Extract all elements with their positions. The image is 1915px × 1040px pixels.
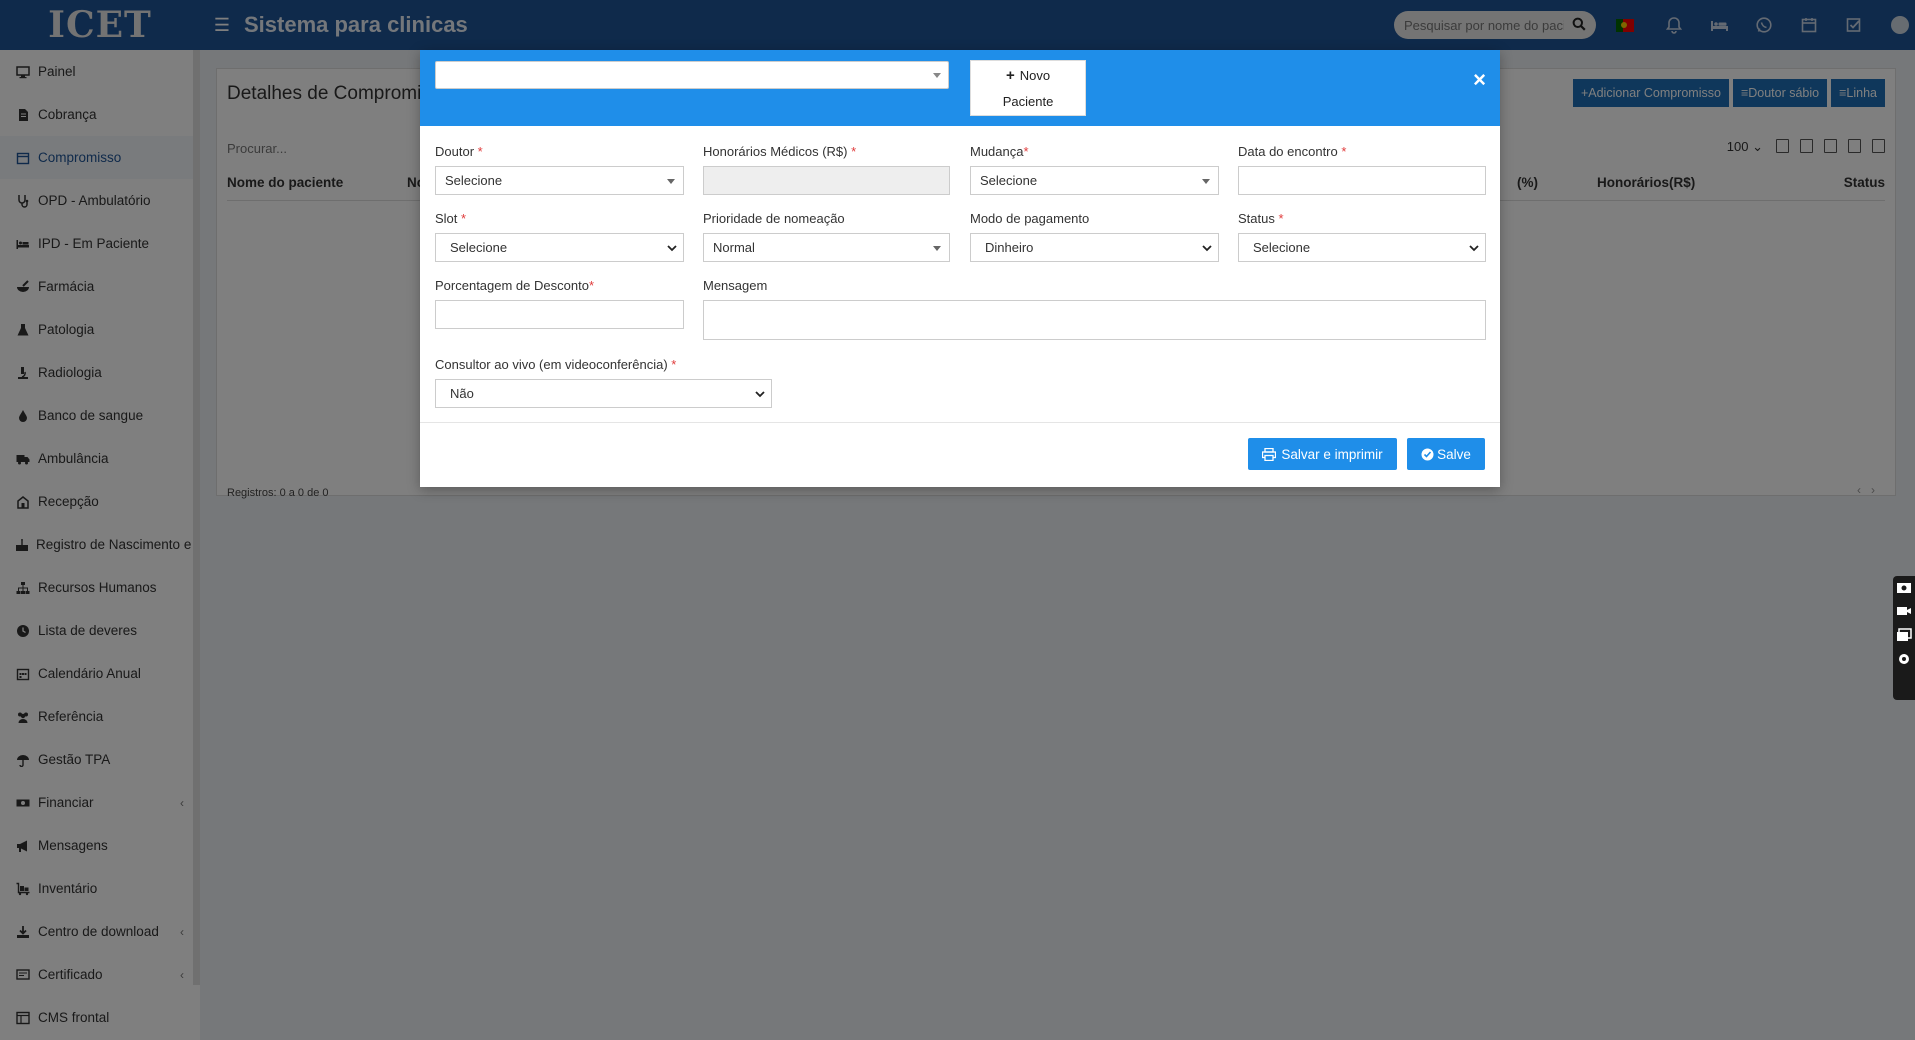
add-appointment-modal: + Novo Paciente × Doutor * Selecione Hono… bbox=[420, 50, 1500, 487]
close-icon[interactable]: × bbox=[1473, 67, 1486, 93]
doctor-label: Doutor * bbox=[435, 144, 483, 159]
chevron-down-icon bbox=[667, 245, 677, 252]
chevron-down-icon bbox=[1202, 245, 1212, 252]
payment-select[interactable]: Dinheiro bbox=[970, 233, 1219, 262]
doctor-value: Selecione bbox=[445, 173, 503, 188]
save-label: Salve bbox=[1437, 446, 1471, 462]
payment-value: Dinheiro bbox=[985, 240, 1034, 255]
message-textarea[interactable] bbox=[703, 300, 1486, 340]
status-field: Status * Selecione bbox=[1238, 211, 1486, 262]
print-icon bbox=[1262, 447, 1277, 461]
caret-down-icon bbox=[667, 179, 675, 184]
priority-select[interactable]: Normal bbox=[703, 233, 950, 262]
new-patient-button[interactable]: + Novo Paciente bbox=[970, 60, 1086, 116]
video-icon[interactable] bbox=[1896, 604, 1912, 618]
modal-header: + Novo Paciente × bbox=[420, 50, 1500, 126]
discount-input[interactable] bbox=[435, 300, 684, 329]
slot-label: Slot * bbox=[435, 211, 467, 226]
shift-value: Selecione bbox=[980, 173, 1038, 188]
window-icon[interactable] bbox=[1896, 628, 1912, 642]
status-value: Selecione bbox=[1253, 240, 1311, 255]
shift-field: Mudança* Selecione bbox=[970, 144, 1219, 195]
fees-field: Honorários Médicos (R$) * bbox=[703, 144, 950, 195]
slot-value: Selecione bbox=[450, 240, 508, 255]
fees-label: Honorários Médicos (R$) * bbox=[703, 144, 857, 159]
date-input[interactable] bbox=[1238, 166, 1486, 195]
chevron-down-icon bbox=[755, 391, 765, 398]
payment-label: Modo de pagamento bbox=[970, 211, 1090, 226]
message-field: Mensagem bbox=[703, 278, 1486, 340]
camera-icon[interactable] bbox=[1896, 580, 1912, 594]
caret-down-icon bbox=[933, 246, 941, 251]
save-and-print-label: Salvar e imprimir bbox=[1281, 446, 1383, 462]
new-patient-label-2: Paciente bbox=[1002, 94, 1054, 109]
message-label: Mensagem bbox=[703, 278, 768, 293]
payment-field: Modo de pagamento Dinheiro bbox=[970, 211, 1219, 262]
chevron-down-icon bbox=[1469, 245, 1479, 252]
live-consult-select[interactable]: Não bbox=[435, 379, 772, 408]
discount-field: Porcentagem de Desconto* bbox=[435, 278, 684, 329]
discount-label: Porcentagem de Desconto* bbox=[435, 278, 594, 293]
priority-label: Prioridade de nomeação bbox=[703, 211, 845, 226]
live-consult-field: Consultor ao vivo (em videoconferência) … bbox=[435, 357, 772, 408]
shift-label: Mudança* bbox=[970, 144, 1029, 159]
plus-icon: + bbox=[1005, 67, 1015, 84]
doctor-field: Doutor * Selecione bbox=[435, 144, 684, 195]
modal-footer bbox=[420, 422, 1500, 423]
fees-input bbox=[703, 166, 950, 195]
date-label: Data do encontro * bbox=[1238, 144, 1347, 159]
date-field: Data do encontro * bbox=[1238, 144, 1486, 195]
slot-select[interactable]: Selecione bbox=[435, 233, 684, 262]
gear-icon[interactable] bbox=[1896, 652, 1912, 666]
patient-select[interactable] bbox=[435, 61, 949, 89]
live-consult-value: Não bbox=[450, 386, 474, 401]
check-circle-icon bbox=[1421, 448, 1434, 460]
new-patient-label-1: Novo bbox=[1019, 68, 1051, 83]
shift-select[interactable]: Selecione bbox=[970, 166, 1219, 195]
doctor-select[interactable]: Selecione bbox=[435, 166, 684, 195]
caret-down-icon bbox=[1202, 179, 1210, 184]
status-select[interactable]: Selecione bbox=[1238, 233, 1486, 262]
save-button[interactable]: Salve bbox=[1407, 438, 1485, 470]
priority-field: Prioridade de nomeação Normal bbox=[703, 211, 950, 262]
slot-field: Slot * Selecione bbox=[435, 211, 684, 262]
priority-value: Normal bbox=[713, 240, 755, 255]
floating-toolbar bbox=[1893, 576, 1915, 700]
caret-down-icon bbox=[933, 73, 941, 78]
status-label: Status * bbox=[1238, 211, 1284, 226]
save-and-print-button[interactable]: Salvar e imprimir bbox=[1248, 438, 1397, 470]
live-consult-label: Consultor ao vivo (em videoconferência) … bbox=[435, 357, 677, 372]
